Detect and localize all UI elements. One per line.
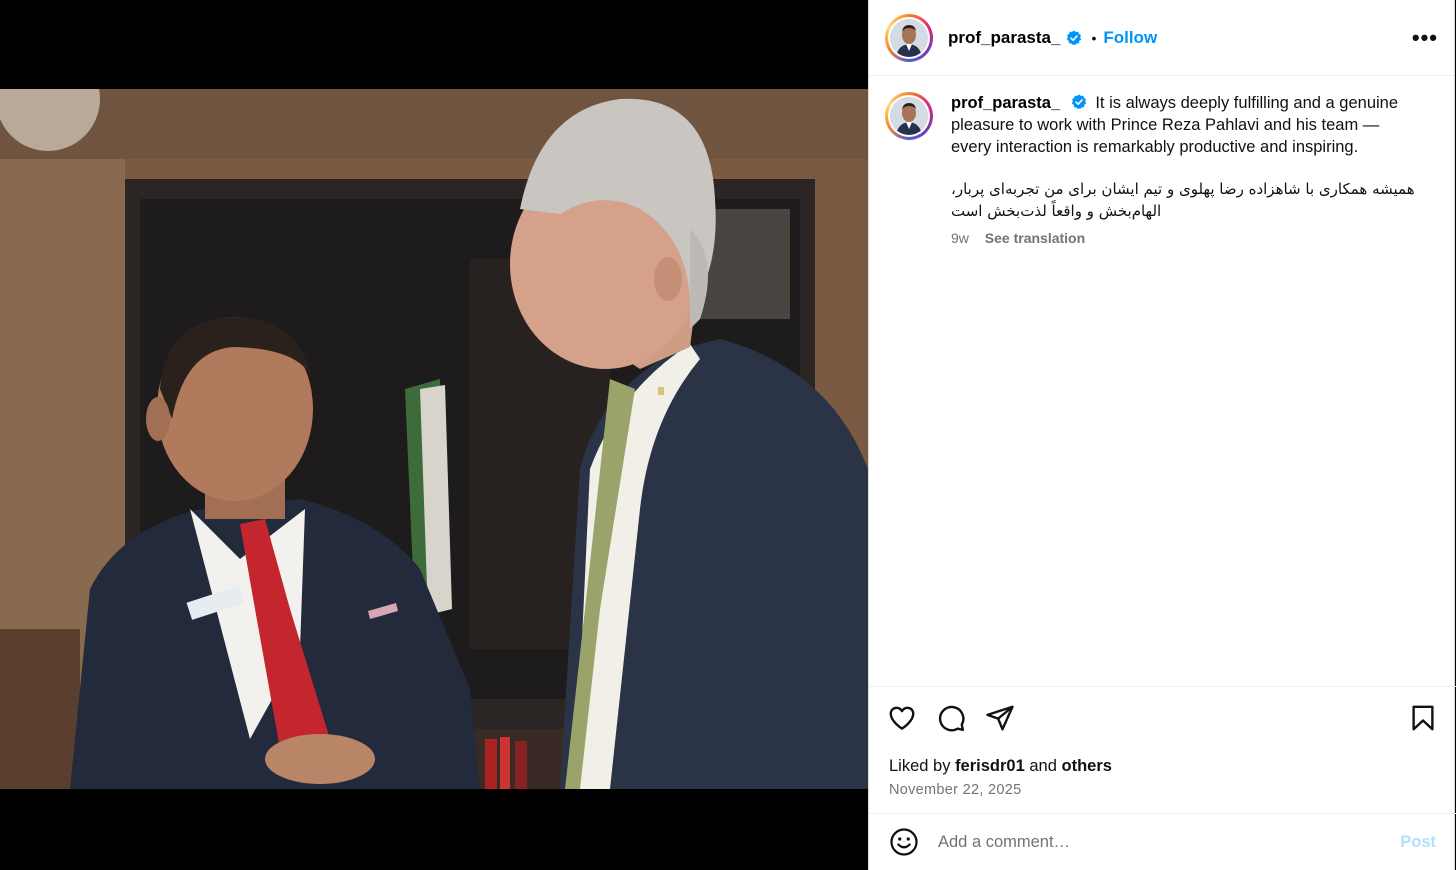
action-bar: [869, 687, 1456, 749]
bookmark-icon[interactable]: [1408, 703, 1438, 733]
see-translation-link[interactable]: See translation: [985, 230, 1085, 246]
avatar-image: [890, 97, 928, 135]
post-caption: prof_parasta_ It is always deeply fulfil…: [885, 92, 1440, 246]
post-media[interactable]: [0, 0, 868, 870]
liked-by-user-link[interactable]: ferisdr01: [955, 757, 1025, 775]
avatar-border: [888, 95, 930, 137]
comment-input[interactable]: [938, 832, 1401, 852]
avatar-image: [890, 18, 928, 57]
author-username[interactable]: prof_parasta_: [948, 28, 1060, 48]
comment-box: Post: [869, 813, 1456, 870]
caption-body: prof_parasta_ It is always deeply fulfil…: [951, 92, 1421, 246]
verified-badge-icon: [1071, 94, 1086, 110]
likes-line: Liked by ferisdr01 and others: [869, 749, 1456, 776]
caption-english: prof_parasta_ It is always deeply fulfil…: [951, 92, 1421, 158]
heart-icon[interactable]: [887, 703, 917, 733]
verified-badge-icon: [1067, 30, 1082, 45]
avatar-portrait: [890, 97, 928, 135]
post-date[interactable]: November 22, 2025: [869, 776, 1456, 798]
post-comment-button[interactable]: Post: [1400, 833, 1436, 852]
post-header: prof_parasta_ • Follow •••: [869, 0, 1454, 76]
author-avatar[interactable]: [885, 13, 933, 62]
avatar-portrait: [890, 18, 928, 57]
liked-by-and: and: [1029, 757, 1057, 775]
caption-username[interactable]: prof_parasta_: [951, 94, 1060, 112]
smiley-icon[interactable]: [889, 827, 919, 857]
comment-bubble-icon[interactable]: [936, 703, 966, 733]
post-age[interactable]: 9w: [951, 230, 969, 246]
avatar-border: [888, 16, 930, 59]
separator-dot: •: [1091, 29, 1097, 46]
post-side-panel: prof_parasta_ • Follow ••• prof_parasta_…: [868, 0, 1456, 870]
liked-by-others-link[interactable]: others: [1062, 757, 1112, 775]
post-actions-section: Liked by ferisdr01 and others November 2…: [869, 686, 1456, 798]
post-photo[interactable]: [0, 89, 868, 789]
paper-plane-icon[interactable]: [985, 703, 1015, 733]
caption-author-avatar[interactable]: [885, 92, 933, 140]
caption-meta: 9w See translation: [951, 230, 1421, 246]
more-options-icon[interactable]: •••: [1412, 25, 1438, 51]
photo-illustration: [0, 89, 868, 789]
caption-persian-text: همیشه همکاری با شاهزاده رضا پهلوی و تیم …: [951, 180, 1415, 220]
liked-by-prefix: Liked by: [889, 757, 951, 775]
follow-button[interactable]: Follow: [1103, 28, 1157, 48]
